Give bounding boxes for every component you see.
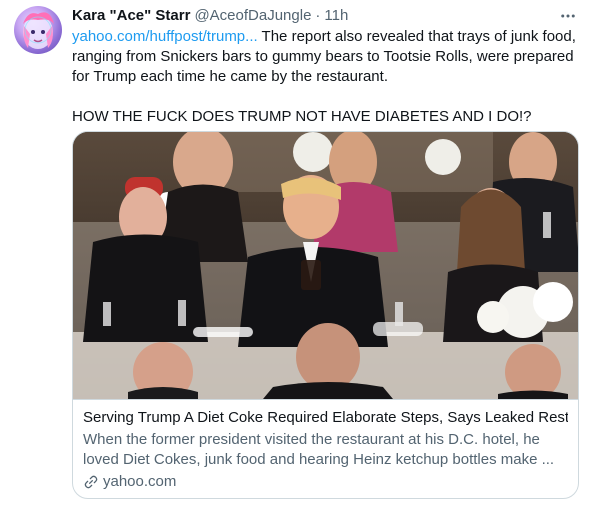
card-image[interactable]	[73, 132, 578, 399]
display-name[interactable]: Kara "Ace" Starr	[72, 6, 190, 26]
gala-dinner-photo	[73, 132, 578, 399]
link-preview-card[interactable]: Serving Trump A Diet Coke Required Elabo…	[72, 131, 579, 499]
separator-dot: ·	[315, 7, 321, 24]
article-link[interactable]: yahoo.com/huffpost/trump...	[72, 28, 258, 45]
avatar-image	[23, 12, 54, 49]
tweet-paragraph-2: HOW THE FUCK DOES TRUMP NOT HAVE DIABETE…	[72, 108, 532, 125]
tweet-header: Kara "Ace" Starr @AceofDaJungle · 11h	[72, 6, 579, 26]
link-icon	[84, 475, 98, 489]
card-title[interactable]: Serving Trump A Diet Coke Required Elabo…	[83, 408, 568, 428]
card-description: When the former president visited the re…	[83, 431, 555, 468]
tweet-text: yahoo.com/huffpost/trump... The report a…	[72, 27, 577, 127]
tweet-paragraph-1: yahoo.com/huffpost/trump... The report a…	[72, 27, 577, 87]
card-text[interactable]: Serving Trump A Diet Coke Required Elabo…	[73, 399, 578, 498]
tweet[interactable]: Kara "Ace" Starr @AceofDaJungle · 11h ya…	[0, 0, 593, 510]
user-handle[interactable]: @AceofDaJungle	[194, 6, 311, 26]
timestamp[interactable]: 11h	[324, 6, 348, 26]
card-source[interactable]: yahoo.com	[83, 472, 568, 492]
card-source-domain: yahoo.com	[103, 473, 177, 490]
avatar[interactable]	[14, 6, 62, 54]
more-button[interactable]	[557, 6, 579, 26]
more-horizontal-icon	[561, 14, 575, 18]
